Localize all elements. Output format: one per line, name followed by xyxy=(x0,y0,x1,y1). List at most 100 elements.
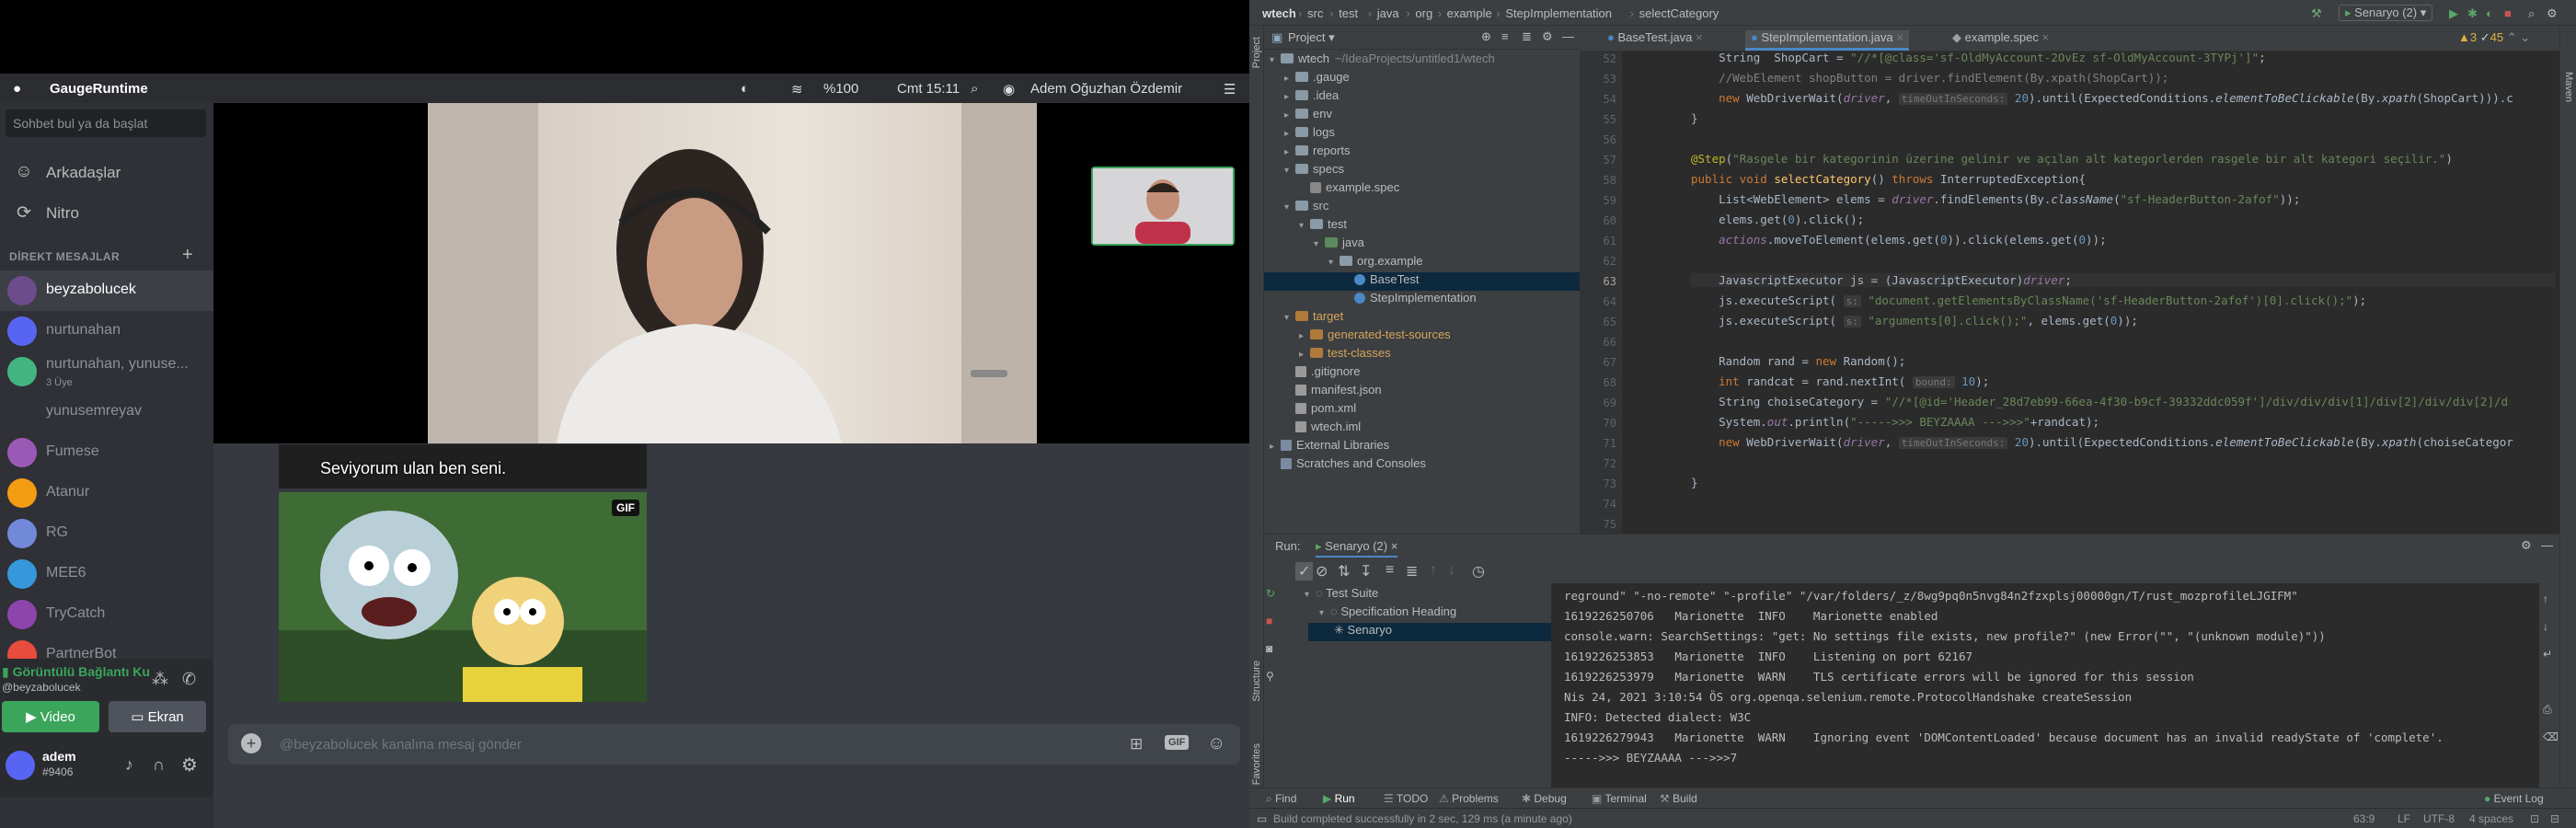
tree-node[interactable]: ▸ reports xyxy=(1264,144,1580,162)
breadcrumb-item[interactable]: test xyxy=(1339,6,1358,20)
tool-window-button[interactable]: ☰ TODO xyxy=(1384,792,1428,805)
code-line[interactable]: int randcat = rand.nextInt( bound: 10); xyxy=(1691,374,1989,388)
tab-example-spec[interactable]: ◆ example.spec × xyxy=(1952,30,2049,51)
tree-node[interactable]: ▾ specs xyxy=(1264,162,1580,180)
tree-node[interactable]: example.spec xyxy=(1264,180,1580,199)
self-video-feed[interactable] xyxy=(1091,167,1235,246)
tool-window-button[interactable]: ⌕ Find xyxy=(1266,792,1296,806)
code-line[interactable]: } xyxy=(1691,111,1698,125)
spotlight-icon[interactable]: ⌕ xyxy=(971,81,978,97)
down-arrow-icon[interactable]: ↓ xyxy=(2543,620,2548,633)
expanded-arrow-icon[interactable]: ▾ xyxy=(1284,202,1295,213)
tree-node[interactable]: wtech.iml xyxy=(1264,420,1580,438)
run-settings-icon[interactable]: ⚙ xyxy=(2521,538,2532,553)
gif-attachment[interactable]: GIF xyxy=(279,492,647,702)
menu-list-icon[interactable]: ☰ xyxy=(1224,81,1236,98)
show-passed-icon[interactable]: ✓ xyxy=(1295,562,1314,581)
code-line[interactable]: actions.moveToElement(elems.get(0)).clic… xyxy=(1691,233,2106,247)
expanded-arrow-icon[interactable]: ▾ xyxy=(1284,313,1295,323)
tool-window-button[interactable]: ▶ Run xyxy=(1323,792,1355,805)
disconnect-icon[interactable]: ✆ xyxy=(182,670,196,689)
add-dm-icon[interactable]: + xyxy=(182,245,193,266)
run-icon[interactable]: ▶ xyxy=(2449,6,2458,21)
camera-icon[interactable]: ◙ xyxy=(1266,642,1272,655)
breadcrumb-item[interactable]: wtech xyxy=(1262,6,1296,20)
lock-icon[interactable]: ⊡ xyxy=(2530,812,2539,825)
code-line[interactable]: elems.get(0).click(); xyxy=(1691,213,1864,226)
gear-icon[interactable]: ⚙ xyxy=(1542,29,1553,44)
dm-item[interactable]: nurtunahan xyxy=(0,311,213,351)
test-suite-node[interactable]: ▾ ◌ Test Suite xyxy=(1305,586,1378,604)
breadcrumb-item[interactable]: example xyxy=(1447,6,1492,20)
code-line[interactable]: public void selectCategory() throws Inte… xyxy=(1691,172,2086,186)
code-line[interactable]: js.executeScript( s: "document.getElemen… xyxy=(1691,293,2366,307)
tool-window-button[interactable]: ▣ Terminal xyxy=(1592,792,1647,805)
trash-icon[interactable]: ⌫ xyxy=(2543,730,2559,743)
code-line[interactable]: js.executeScript( s: "arguments[0].click… xyxy=(1691,314,2138,328)
maven-tool-tab[interactable]: Maven xyxy=(2563,72,2574,102)
close-tab-icon[interactable]: × xyxy=(2041,30,2049,44)
favorites-tool-tab[interactable]: Favorites xyxy=(1251,743,1262,785)
collapsed-arrow-icon[interactable]: ▸ xyxy=(1284,110,1295,121)
tree-node[interactable]: ▸ logs xyxy=(1264,125,1580,144)
prev-failed-icon[interactable]: ↑ xyxy=(1430,562,1437,579)
collapsed-arrow-icon[interactable]: ▸ xyxy=(1284,147,1295,157)
gift-icon[interactable]: ⊞ xyxy=(1130,735,1143,753)
debug-icon[interactable]: ✱ xyxy=(2467,6,2478,21)
scenario-node[interactable]: ✳ Senaryo xyxy=(1308,623,1551,641)
wifi-icon[interactable]: ≋ xyxy=(791,81,803,98)
dm-item[interactable]: beyzabolucek xyxy=(0,270,213,311)
soft-wrap-icon[interactable]: ↵ xyxy=(2543,648,2552,661)
tree-node[interactable]: ▸ External Libraries xyxy=(1264,438,1580,456)
coverage-icon[interactable]: ◐ xyxy=(2486,6,2493,20)
tree-node[interactable]: ▾ org.example xyxy=(1264,254,1580,272)
dm-item[interactable]: Fumese xyxy=(0,432,213,473)
show-ignored-icon[interactable]: ⊘ xyxy=(1316,562,1328,581)
tab-stepimplementation[interactable]: ● StepImplementation.java × xyxy=(1745,30,1909,51)
indent-setting[interactable]: 4 spaces xyxy=(2469,812,2513,825)
nav-friends[interactable]: ☺ Arkadaşlar xyxy=(0,153,213,193)
stop-icon[interactable]: ■ xyxy=(2504,6,2512,20)
code-line[interactable]: } xyxy=(1691,476,1698,489)
dm-item[interactable]: TryCatch xyxy=(0,594,213,635)
screen-share-button[interactable]: ▭ Ekran xyxy=(109,701,206,732)
code-line[interactable]: String choiseCategory = "//*[@id='Header… xyxy=(1691,395,2508,408)
inspection-widget[interactable]: ▲3 ✓45 ⌃ ⌄ xyxy=(2458,30,2530,51)
tool-window-button[interactable]: ⚠ Problems xyxy=(1439,792,1499,805)
breadcrumb-item[interactable]: src xyxy=(1307,6,1323,20)
dm-item[interactable]: Atanur xyxy=(0,473,213,513)
tree-node[interactable]: ▸ .idea xyxy=(1264,88,1580,107)
expanded-arrow-icon[interactable]: ▾ xyxy=(1270,55,1281,65)
emoji-icon[interactable]: ☺ xyxy=(1207,733,1225,754)
apple-icon[interactable]: ● xyxy=(13,81,21,97)
settings-gear-icon[interactable]: ⚙ xyxy=(181,753,198,776)
breadcrumb-item[interactable]: org xyxy=(1415,6,1432,20)
run-hide-icon[interactable]: — xyxy=(2541,538,2553,552)
spec-heading-node[interactable]: ▾ ◌ Specification Heading xyxy=(1319,604,1456,623)
locate-icon[interactable]: ⊕ xyxy=(1481,29,1491,44)
tree-node[interactable]: ▾ wtech ~/IdeaProjects/untitled1/wtech xyxy=(1264,52,1580,70)
breadcrumb-item[interactable]: selectCategory xyxy=(1639,6,1719,20)
search-everywhere-icon[interactable]: ⌕ xyxy=(2528,6,2535,21)
code-line[interactable]: System.out.println("----->>> BEYZAAAA --… xyxy=(1691,415,2099,429)
code-line[interactable]: List<WebElement> elems = driver.findElem… xyxy=(1691,192,2300,206)
dm-item[interactable]: RG xyxy=(0,513,213,554)
tree-node[interactable]: ▾ src xyxy=(1264,199,1580,217)
next-failed-icon[interactable]: ↓ xyxy=(1448,562,1455,579)
tab-basetest[interactable]: ● BaseTest.java × xyxy=(1607,30,1703,51)
collapse-all-icon[interactable]: ≣ xyxy=(1522,29,1532,44)
code-line[interactable]: new WebDriverWait(driver, timeOutInSecon… xyxy=(1691,435,2513,449)
collapsed-arrow-icon[interactable]: ▸ xyxy=(1284,129,1295,139)
project-tool-tab[interactable]: Project xyxy=(1251,37,1262,68)
rerun-icon[interactable]: ↻ xyxy=(1266,587,1275,600)
event-log-button[interactable]: ● Event Log xyxy=(2484,792,2544,805)
tree-node[interactable]: ▸ generated-test-sources xyxy=(1264,328,1580,346)
menubar-user[interactable]: Adem Oğuzhan Özdemir xyxy=(1030,81,1182,97)
expanded-arrow-icon[interactable]: ▾ xyxy=(1314,239,1325,249)
structure-tool-tab[interactable]: Structure xyxy=(1251,661,1262,702)
tree-node[interactable]: ▸ env xyxy=(1264,107,1580,125)
close-tab-icon[interactable]: × xyxy=(1896,30,1903,44)
collapsed-arrow-icon[interactable]: ▸ xyxy=(1299,331,1310,341)
control-center-icon[interactable]: ◐ xyxy=(741,81,749,97)
tree-node[interactable]: ▾ test xyxy=(1264,217,1580,236)
